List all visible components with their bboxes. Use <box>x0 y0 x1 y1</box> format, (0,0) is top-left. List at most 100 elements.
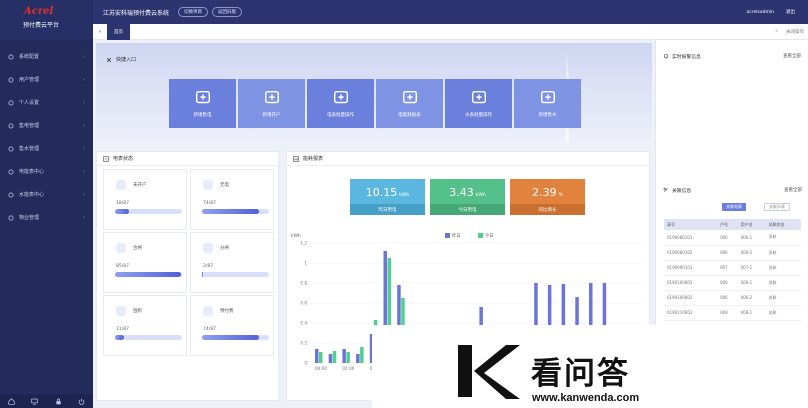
gear-icon <box>8 54 14 60</box>
switch-project-button[interactable]: 切换项目 <box>178 7 209 17</box>
watermark-url-text: www.kanwenda.com <box>532 392 640 404</box>
add-water-icon <box>540 90 555 104</box>
home-icon[interactable] <box>8 397 15 405</box>
tab-home[interactable]: 首页 <box>107 23 130 40</box>
old-version-button[interactable]: 返回旧版 <box>212 7 243 17</box>
fault-view-all-link[interactable]: 查看全部 <box>784 187 802 193</box>
quick-entry-title: 快捷入口 <box>106 56 136 63</box>
y-tick-label: 0.2 <box>300 341 307 346</box>
table-cell: 0190100802 <box>664 290 718 306</box>
table-row[interactable]: 0190100802 006 006-2 关联 <box>664 290 801 306</box>
chart-bar <box>315 349 319 363</box>
chart-bar <box>346 352 350 363</box>
bolt-icon <box>8 123 14 129</box>
table-cell: 006 <box>717 230 738 246</box>
lock-icon[interactable] <box>55 398 62 405</box>
meter-icon <box>203 180 213 190</box>
x-tick-label: 02:00 <box>342 366 354 371</box>
logout-button[interactable]: 退出 <box>786 9 795 15</box>
sidebar-item-label: 售电管理 <box>19 123 40 129</box>
related-water-button[interactable]: 关联水表 <box>764 203 790 211</box>
energy-stat-box: 3.43 kWh 今日用电 <box>430 179 505 215</box>
table-row[interactable]: 0190100801 006 006-1 关联 <box>664 275 801 291</box>
y-tick-label: 0.8 <box>300 281 307 286</box>
meter-status-cell[interactable]: 囤积 11/87 <box>103 295 187 356</box>
quick-btn-2[interactable]: 电表批量操作 <box>307 79 374 128</box>
chart-bar <box>342 349 346 363</box>
power-icon[interactable] <box>78 398 85 405</box>
progress-fill <box>115 209 130 214</box>
table-cell: 006 <box>717 290 738 306</box>
tab-scroll-right-icon[interactable]: » <box>775 29 778 34</box>
table-cell: 关联 <box>765 305 801 321</box>
chart-bar <box>356 354 360 363</box>
table-header-cell: 户号 <box>717 219 738 230</box>
close-operations-button[interactable]: 关闭操作 <box>786 29 804 35</box>
meter-status-value: 2/87 <box>203 264 214 269</box>
chart-bar <box>332 351 337 363</box>
meter-status-cell[interactable]: 分闸 2/87 <box>190 232 274 293</box>
quick-btn-3[interactable]: 电能耗报表 <box>376 79 443 128</box>
realtime-view-all-link[interactable]: 查看全部 <box>783 53 801 59</box>
meter-icon <box>8 169 14 175</box>
sidebar-item-0[interactable]: 系统配置 ‹ <box>0 45 93 68</box>
quick-btn-5[interactable]: 新增售水 <box>514 79 581 128</box>
batch-meter-icon <box>333 90 348 104</box>
stat-unit: kWh <box>399 193 410 198</box>
table-row[interactable]: 0190080102 006 006-2 关联 <box>664 245 801 261</box>
table-row[interactable]: 0190090101 007 007-1 关联 <box>664 260 801 276</box>
y-tick-label: 0.4 <box>300 321 307 326</box>
current-user[interactable]: acrelsadmin <box>747 10 774 15</box>
chevron-left-icon: ‹ <box>83 76 85 83</box>
stat-value-area: 3.43 kWh <box>430 179 505 204</box>
meter-status-cell[interactable]: 合闸 85/87 <box>103 232 187 293</box>
quick-btn-0[interactable]: 新增售电 <box>169 79 236 128</box>
table-row[interactable]: 0190110801 008 008-1 关联 <box>664 305 801 321</box>
user-icon <box>8 77 14 83</box>
meter-status-value: 74/87 <box>203 327 216 332</box>
sidebar-footer <box>0 394 93 408</box>
table-cell: 006 <box>717 275 738 291</box>
sidebar-item-3[interactable]: 售电管理 ‹ <box>0 114 93 137</box>
chevron-left-icon: ‹ <box>83 168 85 175</box>
quick-btn-4[interactable]: 水表批量操作 <box>445 79 512 128</box>
realtime-alarm-title: 实时报警信息 <box>672 54 701 60</box>
table-cell: 关联 <box>765 245 801 261</box>
table-cell: 0190110801 <box>664 305 718 321</box>
sidebar-item-6[interactable]: 水能表中心 ‹ <box>0 183 93 206</box>
quick-entry-icon <box>106 57 112 63</box>
sidebar-item-4[interactable]: 售水管理 ‹ <box>0 137 93 160</box>
sidebar-item-1[interactable]: 用户管理 ‹ <box>0 68 93 91</box>
table-cell: 006 <box>717 245 738 261</box>
sidebar-item-7[interactable]: 物业管理 ‹ <box>0 206 93 229</box>
table-row[interactable]: 0190080101 006 006-1 关联 <box>664 230 801 246</box>
progress-fill <box>202 209 259 214</box>
water-meter-icon <box>8 192 14 198</box>
table-header-cell: 表号 <box>664 219 718 230</box>
table-cell: 007 <box>717 260 738 276</box>
chevron-left-icon: ‹ <box>83 214 85 221</box>
meter-status-cell[interactable]: 未开户 18/87 <box>103 169 187 230</box>
tab-scroll-left-icon[interactable]: « <box>93 24 107 40</box>
sidebar-item-5[interactable]: 电能表中心 ‹ <box>0 160 93 183</box>
quick-btn-1[interactable]: 新增开户 <box>238 79 305 128</box>
logo[interactable]: Acrel 预付费云平台 <box>0 0 93 40</box>
sidebar-item-2[interactable]: 个人设置 ‹ <box>0 91 93 114</box>
related-meter-button[interactable]: 关联电表 <box>722 203 746 211</box>
sidebar-item-label: 物业管理 <box>19 215 40 221</box>
quick-btn-label: 新增开户 <box>262 113 281 118</box>
stat-unit: % <box>558 193 563 198</box>
table-cell: 006-1 <box>737 230 766 246</box>
table-cell: 0190080101 <box>664 230 718 246</box>
stat-value-area: 2.39% <box>510 179 585 204</box>
meter-icon <box>116 180 126 190</box>
quick-btn-label: 新增售水 <box>538 113 557 118</box>
table-cell: 006-2 <box>737 245 766 261</box>
meter-status-cell[interactable]: 预付费 74/87 <box>190 295 274 356</box>
monitor-icon[interactable] <box>31 398 39 405</box>
sidebar-item-label: 系统配置 <box>19 54 40 60</box>
fault-info-header: 关联信息 查看全部 <box>656 183 808 197</box>
meter-status-cell[interactable]: 无电 74/87 <box>190 169 274 230</box>
system-title: 江苏安科瑞预付费云系统 <box>103 9 170 17</box>
meter-status-label: 分闸 <box>220 246 229 251</box>
